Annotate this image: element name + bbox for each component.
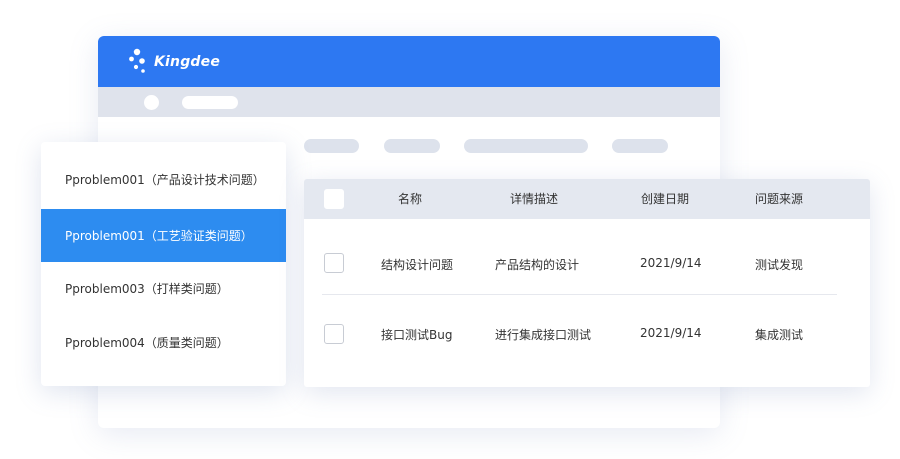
problem-item-label: Pproblem004（质量类问题） — [65, 336, 229, 350]
problem-item-label: Pproblem001（工艺验证类问题） — [65, 229, 253, 243]
cell-source: 测试发现 — [755, 258, 804, 272]
problem-item-label: Pproblem003（打样类问题） — [65, 282, 229, 296]
row-divider — [322, 294, 837, 295]
cell-name: 结构设计问题 — [381, 258, 454, 272]
cell-description: 进行集成接口测试 — [495, 328, 592, 342]
column-header-name[interactable]: 名称 — [398, 179, 422, 219]
title-bar: Kingdee — [98, 36, 720, 87]
brand-logo[interactable]: Kingdee — [128, 48, 220, 76]
cell-date: 2021/9/14 — [640, 256, 702, 270]
address-pill-placeholder — [182, 96, 238, 109]
problem-item-label: Pproblem001（产品设计技术问题） — [65, 173, 265, 187]
tab-placeholder-3[interactable] — [464, 139, 588, 153]
problem-item-1[interactable]: Pproblem001（产品设计技术问题） — [41, 153, 286, 206]
problem-table: 名称 详情描述 创建日期 问题来源 结构设计问题 产品结构的设计 2021/9/… — [304, 179, 870, 387]
tab-placeholder-2[interactable] — [384, 139, 440, 153]
column-header-date[interactable]: 创建日期 — [641, 179, 689, 219]
address-bar — [98, 87, 720, 117]
kingdee-logo-icon — [129, 48, 145, 73]
address-dot-placeholder — [144, 95, 159, 110]
cell-name: 接口测试Bug — [381, 328, 453, 342]
column-header-source[interactable]: 问题来源 — [755, 179, 803, 219]
problem-list: Pproblem001（产品设计技术问题） Pproblem001（工艺验证类问… — [41, 142, 286, 386]
tab-placeholder-4[interactable] — [612, 139, 668, 153]
brand-name: Kingdee — [154, 54, 221, 70]
cell-description: 产品结构的设计 — [495, 258, 580, 272]
cell-source: 集成测试 — [755, 328, 804, 342]
problem-item-2[interactable]: Pproblem001（工艺验证类问题） — [41, 209, 286, 262]
problem-item-4[interactable]: Pproblem004（质量类问题） — [41, 316, 286, 369]
select-all-checkbox[interactable] — [324, 189, 344, 209]
problem-item-3[interactable]: Pproblem003（打样类问题） — [41, 262, 286, 315]
row-checkbox[interactable] — [324, 253, 344, 273]
cell-date: 2021/9/14 — [640, 326, 702, 340]
tab-placeholder-1[interactable] — [304, 139, 359, 153]
table-header: 名称 详情描述 创建日期 问题来源 — [304, 179, 870, 219]
column-header-description[interactable]: 详情描述 — [510, 179, 558, 219]
row-checkbox[interactable] — [324, 324, 344, 344]
